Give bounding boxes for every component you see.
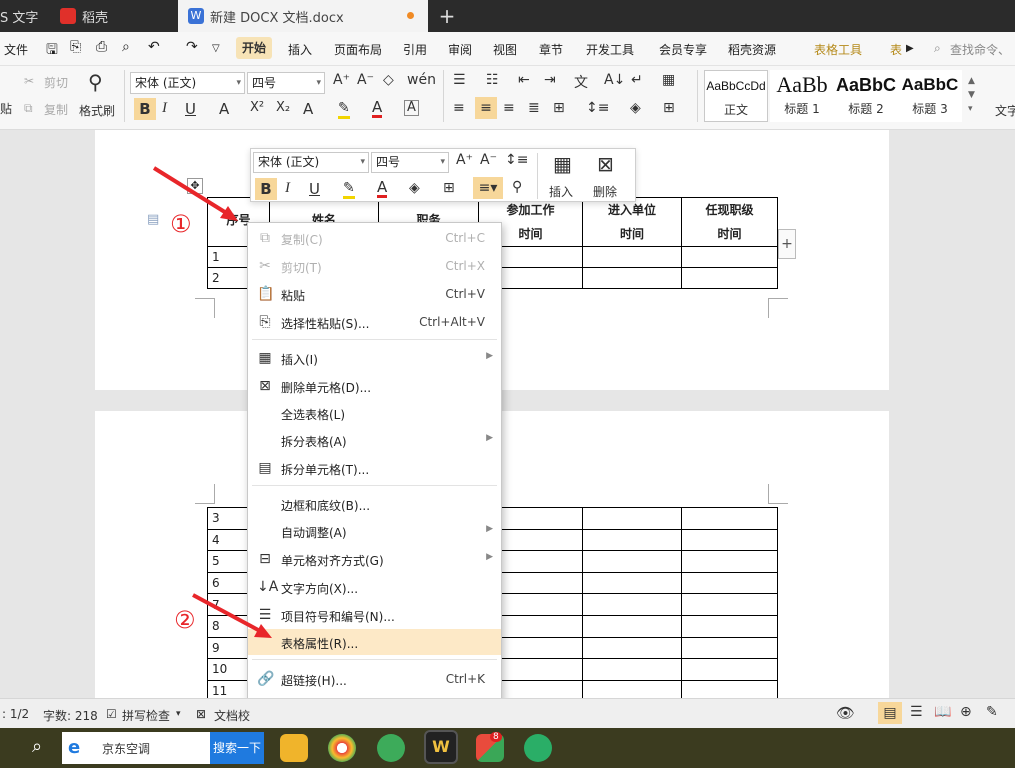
- taskbar-search-box[interactable]: e 京东空调: [62, 732, 210, 764]
- search-icon[interactable]: ⌕: [32, 736, 42, 757]
- eye-protection-icon[interactable]: 👁: [836, 704, 855, 722]
- spell-check-icon: ☑: [106, 707, 117, 721]
- wps-writer-icon[interactable]: W: [424, 730, 458, 764]
- write-view-icon[interactable]: ✎: [986, 704, 998, 720]
- reading-view-icon[interactable]: 📖: [934, 704, 951, 720]
- page-indicator[interactable]: : 1/2: [2, 707, 29, 721]
- ie-browser-icon: e: [68, 737, 81, 758]
- annotation-arrow-1: [152, 166, 238, 221]
- file-explorer-icon[interactable]: [280, 734, 308, 762]
- taskbar-search-text: 京东空调: [102, 742, 151, 756]
- page-view-icon[interactable]: ▤: [878, 702, 902, 724]
- annotation-arrow-2: [192, 593, 272, 638]
- browser-icon[interactable]: [328, 734, 356, 762]
- wechat-icon[interactable]: [524, 734, 552, 762]
- notification-badge: 8: [490, 732, 502, 742]
- outline-view-icon[interactable]: ☰: [910, 704, 923, 720]
- 360-browser-icon[interactable]: [377, 734, 405, 762]
- chevron-down-icon[interactable]: ▾: [176, 709, 181, 719]
- spell-check-button[interactable]: 拼写检查: [122, 707, 170, 724]
- annotation-number-2: ②: [174, 606, 196, 634]
- taskbar-search-button[interactable]: 搜索一下: [210, 732, 264, 764]
- doc-check-button[interactable]: 文档校: [214, 707, 250, 724]
- annotation-number-1: ①: [170, 210, 192, 238]
- doc-check-icon: ⊠: [196, 707, 207, 721]
- web-view-icon[interactable]: ⊕: [960, 704, 972, 720]
- windows-taskbar: ⌕ e 京东空调 搜索一下 W 8: [0, 728, 1015, 768]
- word-count[interactable]: 字数: 218: [43, 707, 98, 724]
- status-bar: : 1/2 字数: 218 ☑ 拼写检查 ▾ ⊠ 文档校 👁 ▤ ☰ 📖 ⊕ ✎: [0, 698, 1015, 728]
- annotation-layer: [152, 166, 272, 638]
